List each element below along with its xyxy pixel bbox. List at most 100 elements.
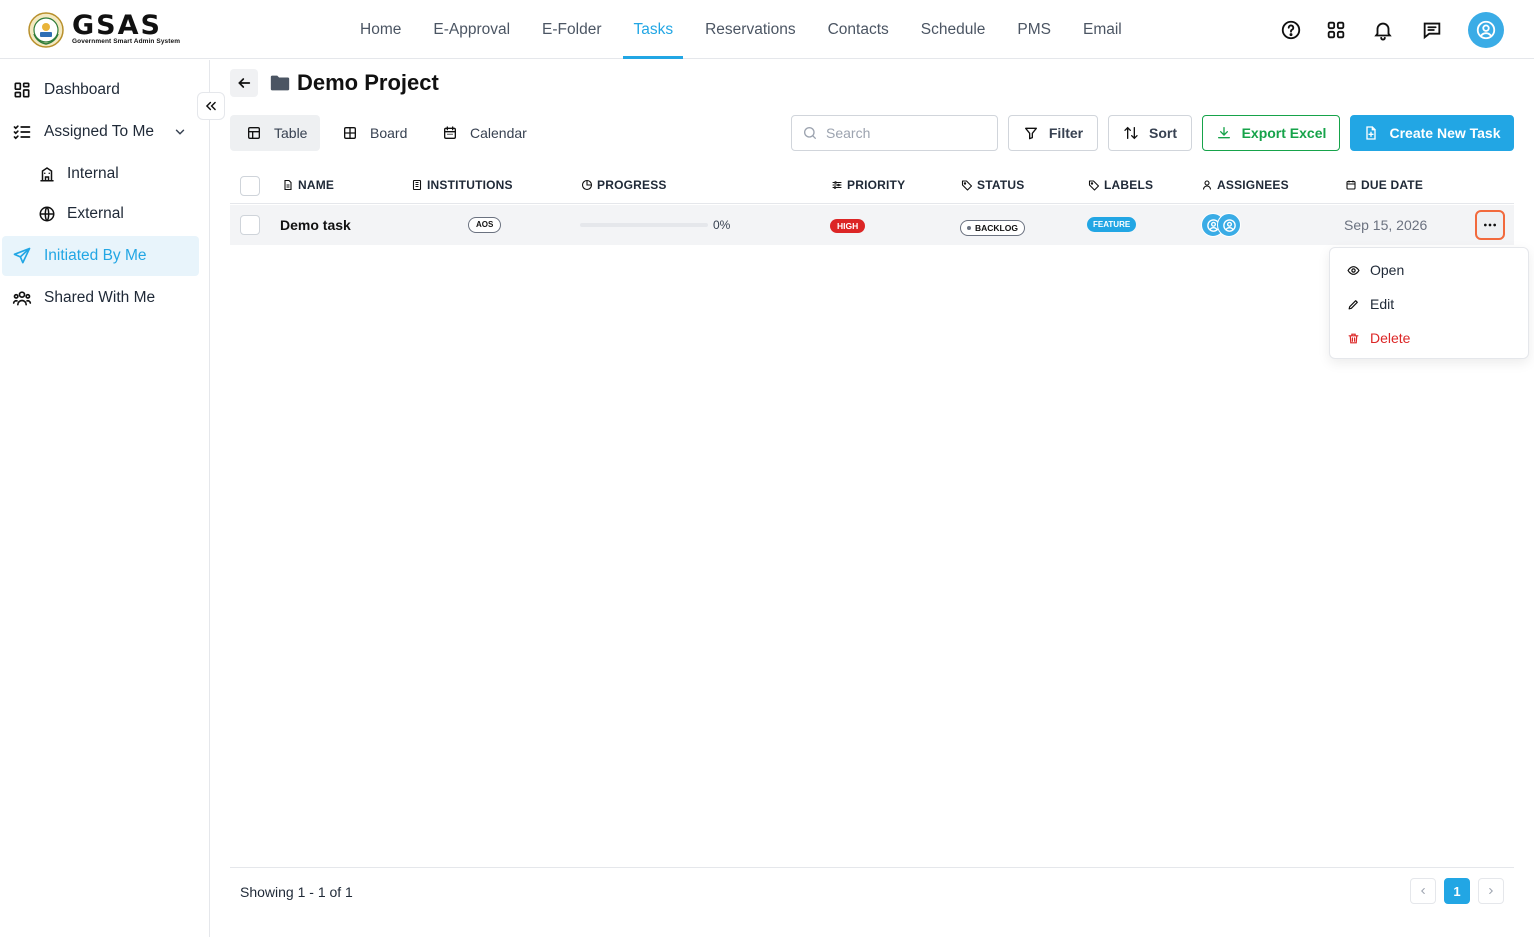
column-label: DUE DATE xyxy=(1361,178,1424,192)
task-name[interactable]: Demo task xyxy=(280,217,351,233)
chevron-right-icon xyxy=(1489,887,1493,895)
tab-board[interactable]: Board xyxy=(342,115,422,151)
user-avatar[interactable] xyxy=(1468,12,1504,48)
sidebar-item-initiated-by-me[interactable]: Initiated By Me xyxy=(2,236,199,276)
nav-tasks[interactable]: Tasks xyxy=(617,0,689,59)
institution-badge: AOS xyxy=(468,217,502,233)
column-priority[interactable]: PRIORITY xyxy=(831,178,905,192)
create-new-task-button[interactable]: Create New Task xyxy=(1350,115,1514,151)
eye-icon xyxy=(1347,265,1360,275)
collapse-sidebar-button[interactable] xyxy=(197,92,225,120)
file-icon xyxy=(284,179,292,191)
sidebar-item-dashboard[interactable]: Dashboard xyxy=(2,70,199,110)
column-label: PROGRESS xyxy=(597,178,667,192)
help-icon[interactable] xyxy=(1280,19,1302,41)
pagination-summary: Showing 1 - 1 of 1 xyxy=(240,884,353,900)
user-icon xyxy=(1202,180,1212,190)
column-institutions[interactable]: INSTITUTIONS xyxy=(411,178,513,192)
sidebar-item-external[interactable]: External xyxy=(2,194,199,234)
nav-pms[interactable]: PMS xyxy=(1001,0,1067,59)
menu-item-open[interactable]: Open xyxy=(1330,254,1528,286)
nav-e-folder[interactable]: E-Folder xyxy=(526,0,617,59)
row-checkbox[interactable] xyxy=(240,215,260,235)
prev-page-button[interactable] xyxy=(1410,878,1436,904)
column-status[interactable]: STATUS xyxy=(961,178,1024,192)
sidebar-item-label: Dashboard xyxy=(44,81,120,98)
filter-icon xyxy=(1024,127,1037,140)
download-icon xyxy=(1217,127,1230,139)
menu-item-edit[interactable]: Edit xyxy=(1330,288,1528,320)
nav-schedule[interactable]: Schedule xyxy=(905,0,1002,59)
column-label: ASSIGNEES xyxy=(1217,178,1289,192)
trash-icon xyxy=(1348,333,1359,343)
nav-contacts[interactable]: Contacts xyxy=(812,0,905,59)
sort-button[interactable]: Sort xyxy=(1108,115,1192,151)
arrow-left-icon xyxy=(238,78,251,88)
label-badge: FEATURE xyxy=(1087,217,1137,232)
brand-subtitle: Government Smart Admin System xyxy=(72,38,181,45)
brand-name: GSAS xyxy=(72,10,162,41)
column-name[interactable]: NAME xyxy=(282,178,334,192)
page-header: Demo Project xyxy=(269,70,439,96)
sidebar-item-internal[interactable]: Internal xyxy=(2,154,199,194)
bell-icon[interactable] xyxy=(1372,19,1394,41)
assignee-avatar[interactable] xyxy=(1217,213,1241,237)
tab-label: Board xyxy=(370,125,408,141)
menu-item-label: Open xyxy=(1370,262,1405,278)
dashboard-grid-icon xyxy=(14,82,30,98)
select-all-checkbox[interactable] xyxy=(240,176,260,196)
nav-reservations[interactable]: Reservations xyxy=(689,0,811,59)
column-assignees[interactable]: ASSIGNEES xyxy=(1201,178,1289,192)
export-excel-button[interactable]: Export Excel xyxy=(1202,115,1340,151)
progress-value: 0% xyxy=(713,218,731,232)
filter-button[interactable]: Filter xyxy=(1008,115,1098,151)
sidebar-item-label: Shared With Me xyxy=(44,289,156,306)
export-label: Export Excel xyxy=(1241,125,1327,141)
column-label: LABELS xyxy=(1104,178,1154,192)
folder-icon xyxy=(270,75,290,91)
calendar-icon xyxy=(444,126,456,139)
list-check-icon xyxy=(13,125,31,140)
column-label: PRIORITY xyxy=(847,178,906,192)
create-label: Create New Task xyxy=(1389,125,1501,141)
user-icon xyxy=(1476,20,1496,40)
menu-item-delete[interactable]: Delete xyxy=(1330,322,1528,354)
tab-table[interactable]: Table xyxy=(230,115,320,151)
tab-label: Calendar xyxy=(470,125,527,141)
top-nav: GSAS Government Smart Admin System Home … xyxy=(0,0,1534,59)
chevron-left-icon xyxy=(1421,887,1425,895)
main-nav: Home E-Approval E-Folder Tasks Reservati… xyxy=(344,0,1138,59)
page-button[interactable]: 1 xyxy=(1444,878,1470,904)
nav-email[interactable]: Email xyxy=(1067,0,1138,59)
sidebar-item-assigned-to-me[interactable]: Assigned To Me xyxy=(2,112,199,152)
building-icon xyxy=(40,167,54,182)
tab-calendar[interactable]: Calendar xyxy=(442,115,542,151)
tag-icon xyxy=(1088,180,1100,191)
search-input[interactable] xyxy=(826,125,986,141)
emblem-icon xyxy=(28,12,64,48)
sidebar-item-label: External xyxy=(67,205,124,222)
next-page-button[interactable] xyxy=(1478,878,1504,904)
globe-icon xyxy=(39,206,55,222)
column-due-date[interactable]: DUE DATE xyxy=(1345,178,1423,192)
apps-grid-icon[interactable] xyxy=(1325,19,1347,41)
chat-icon[interactable] xyxy=(1421,19,1443,41)
sidebar-item-label: Internal xyxy=(67,165,119,182)
send-icon xyxy=(13,247,31,264)
table-row[interactable]: Demo task AOS 0% HIGH BACKLOG FEATURE Se… xyxy=(230,205,1514,245)
sidebar-item-shared-with-me[interactable]: Shared With Me xyxy=(2,278,199,318)
search-icon xyxy=(804,127,816,139)
sidebar-item-label: Assigned To Me xyxy=(44,123,154,140)
back-button[interactable] xyxy=(230,69,258,97)
column-progress[interactable]: PROGRESS xyxy=(581,178,667,192)
page-title: Demo Project xyxy=(297,70,439,95)
sort-icon xyxy=(1124,126,1138,140)
gsas-logo[interactable]: GSAS Government Smart Admin System xyxy=(28,12,180,48)
nav-e-approval[interactable]: E-Approval xyxy=(417,0,526,59)
chevron-down-icon[interactable] xyxy=(173,125,187,139)
row-actions-button[interactable] xyxy=(1475,210,1505,240)
nav-home[interactable]: Home xyxy=(344,0,417,59)
column-labels[interactable]: LABELS xyxy=(1088,178,1153,192)
calendar-icon xyxy=(1346,180,1356,190)
table-footer: Showing 1 - 1 of 1 1 xyxy=(230,867,1514,937)
